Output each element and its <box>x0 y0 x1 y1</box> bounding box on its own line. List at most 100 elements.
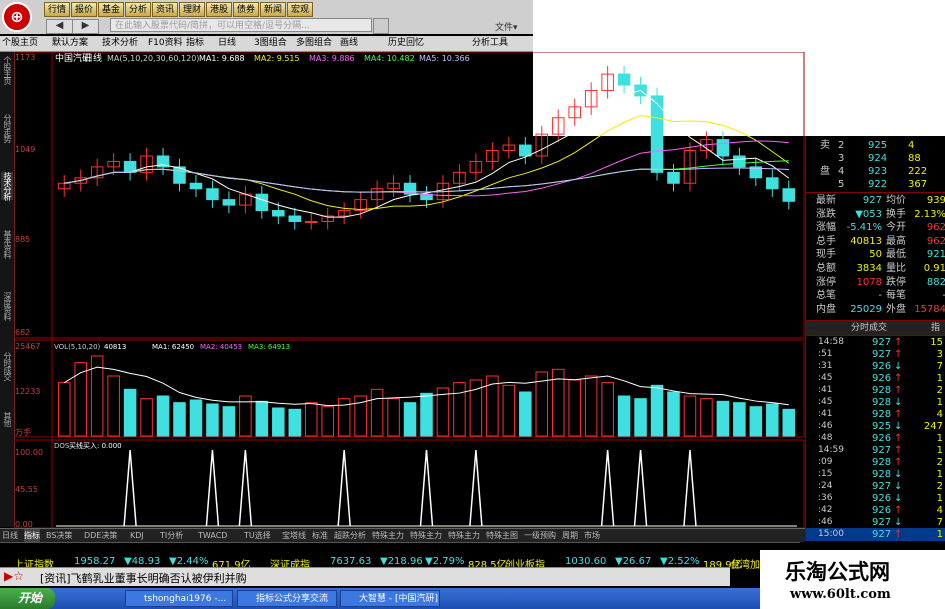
indicator-spike <box>238 449 253 527</box>
indicator-tab[interactable]: 日线 <box>2 529 18 542</box>
indicator-tab[interactable]: TU选择 <box>244 529 271 542</box>
toolbar-item[interactable]: 默认方案 <box>52 37 100 50</box>
indicator-tab[interactable]: 标准 <box>312 529 328 542</box>
nav-button[interactable]: 理财 <box>179 2 205 17</box>
indicator-tab[interactable]: 市场 <box>584 529 600 542</box>
orderbook-volume: 222 <box>908 166 928 177</box>
start-button[interactable]: 开始 <box>0 588 55 609</box>
volume-bar <box>716 400 730 437</box>
volume-label: VOL(5,10,20) <box>54 343 101 351</box>
indicator-tab[interactable]: 宝塔线 <box>282 529 306 542</box>
toolbar-item[interactable]: 多图组合 <box>296 37 338 50</box>
candle-body <box>189 182 203 190</box>
indicator-tab[interactable]: 特殊主力 <box>372 529 404 542</box>
nav-button[interactable]: 行情 <box>44 2 70 17</box>
indicator-tab[interactable]: 指标 <box>24 529 40 542</box>
nav-button[interactable]: 分析 <box>125 2 151 17</box>
side-tab[interactable]: 个股主页 <box>1 56 13 84</box>
stat-label: 总手 <box>816 235 836 247</box>
toolbar-item[interactable]: 日线 <box>218 37 252 50</box>
volume-bar <box>255 400 269 437</box>
index-pct: ▼2.79% <box>425 556 465 567</box>
stock-chart[interactable]: 中国汽研日线 MA(5,10,20,30,60,120) MA1: 9.688 MA2… <box>14 52 805 528</box>
candle-body <box>519 144 532 157</box>
function-toolbar: 个股主页 默认方案 技术分析 F10资料 指标 日线 3图组合 多图组合 画线 历史回忆 分析工具 <box>0 36 533 52</box>
indicator-tab[interactable]: DDE决策 <box>84 529 117 542</box>
tick-time: 15:00 <box>818 529 844 539</box>
indicator-tab[interactable]: 特殊主图 <box>486 529 518 542</box>
volume-bar <box>502 384 516 437</box>
price-y-tick: 1173 <box>15 53 35 62</box>
side-tab[interactable]: 深度资料 <box>1 292 13 320</box>
news-headline[interactable]: [资讯]飞鹤乳业董事长明确否认被伊利并购 <box>40 570 247 586</box>
ticks-header[interactable]: 分时成交 指 <box>806 320 945 336</box>
taskbar-task[interactable]: 指标公式分享交流 <box>237 590 337 607</box>
nav-button[interactable]: 报价 <box>71 2 97 17</box>
volume-bar <box>782 408 796 437</box>
nav-button[interactable]: 债券 <box>233 2 259 17</box>
indicator-spike <box>123 449 137 527</box>
price-y-tick: 682 <box>15 328 30 337</box>
side-tab[interactable]: 分时走势 <box>1 114 13 142</box>
indicator-tab[interactable]: TI分析 <box>160 529 183 542</box>
volume-bar <box>321 406 334 437</box>
volume-bar <box>123 388 137 437</box>
indicator-tab[interactable]: KDJ <box>130 529 144 542</box>
side-tab[interactable]: 技术分析 <box>1 172 13 200</box>
indicator-tab[interactable]: 特殊主力 <box>448 529 480 542</box>
side-tab[interactable]: 分时成交 <box>1 352 13 380</box>
search-icon[interactable] <box>373 18 389 34</box>
indicator-tab[interactable]: 周期 <box>562 529 578 542</box>
orderbook-side: 卖 <box>820 140 830 151</box>
toolbar-item[interactable]: 指标 <box>186 37 216 50</box>
nav-button[interactable]: 港股 <box>206 2 232 17</box>
ma-value: MA4: 10.482 <box>364 54 415 63</box>
indicator-spike <box>469 449 483 527</box>
toolbar-item[interactable]: 3图组合 <box>254 37 294 50</box>
side-tab[interactable]: 基本资料 <box>1 230 13 258</box>
stat-value: 921 <box>926 249 945 261</box>
toolbar-item[interactable]: 个股主页 <box>2 37 50 50</box>
quote-stat-row: 最新 927 均价 939 <box>806 194 945 207</box>
price-panel-frame <box>14 52 805 339</box>
toolbar-item[interactable]: 历史回忆 <box>388 37 470 50</box>
back-button[interactable]: ◀ <box>46 19 73 34</box>
toolbar-item[interactable]: 分析工具 <box>472 37 527 50</box>
candle-body <box>304 220 318 223</box>
indicator-spike <box>683 449 697 527</box>
nav-button[interactable]: 新闻 <box>260 2 286 17</box>
orderbook-level: 5 <box>838 179 845 190</box>
nav-button[interactable]: 资讯 <box>152 2 178 17</box>
scroll-arrows-icon[interactable]: ▶☆ <box>4 569 24 583</box>
nav-button[interactable]: 基金 <box>98 2 124 17</box>
toolbar-item[interactable]: 画线 <box>340 37 386 50</box>
indicator-tab[interactable]: BS决策 <box>46 529 72 542</box>
stat-label: 总笔 <box>816 290 836 302</box>
volume-bar <box>634 398 647 437</box>
news-bar[interactable]: ▶☆ [资讯]飞鹤乳业董事长明确否认被伊利并购 <box>0 567 730 586</box>
watermark: 乐淘公式网 www.60lt.com <box>760 550 945 609</box>
side-tab[interactable]: 其他 <box>1 412 13 426</box>
taskbar-task[interactable]: 大智慧 - [中国汽研] <box>340 590 440 607</box>
indicator-tab[interactable]: 一级预购 <box>524 529 556 542</box>
forward-button[interactable]: ▶ <box>72 19 99 34</box>
toolbar-item[interactable]: 技术分析 <box>102 37 146 50</box>
ticks-header-right: 指 <box>930 323 940 333</box>
taskbar-task[interactable]: tshonghai1976 -... <box>125 590 233 607</box>
indicator-y-tick: 45.55 <box>15 485 38 494</box>
volume-bar <box>420 392 433 437</box>
search-input[interactable]: 在此输入股票代码/简拼，可以用空格/逗号分隔... <box>110 18 372 32</box>
volume-bar <box>107 375 120 437</box>
stat-label: 最低 <box>886 249 906 261</box>
toolbar-item[interactable]: F10资料 <box>148 37 184 50</box>
indicator-tab[interactable]: 特殊主力 <box>410 529 442 542</box>
left-side-tabs: 个股主页分时走势技术分析基本资料深度资料分时成交其他 <box>0 52 15 527</box>
volume-bar <box>206 403 219 437</box>
nav-button[interactable]: 宏观 <box>287 2 313 17</box>
file-menu[interactable]: 文件▾ <box>495 20 518 33</box>
quote-stat-row: 总笔-每笔- <box>806 289 945 302</box>
indicator-tab[interactable]: 超跌分析 <box>334 529 366 542</box>
indicator-tab[interactable]: TWACD <box>198 529 227 542</box>
candle-body <box>733 155 746 168</box>
tick-arrow-icon: ↑ <box>894 529 903 540</box>
